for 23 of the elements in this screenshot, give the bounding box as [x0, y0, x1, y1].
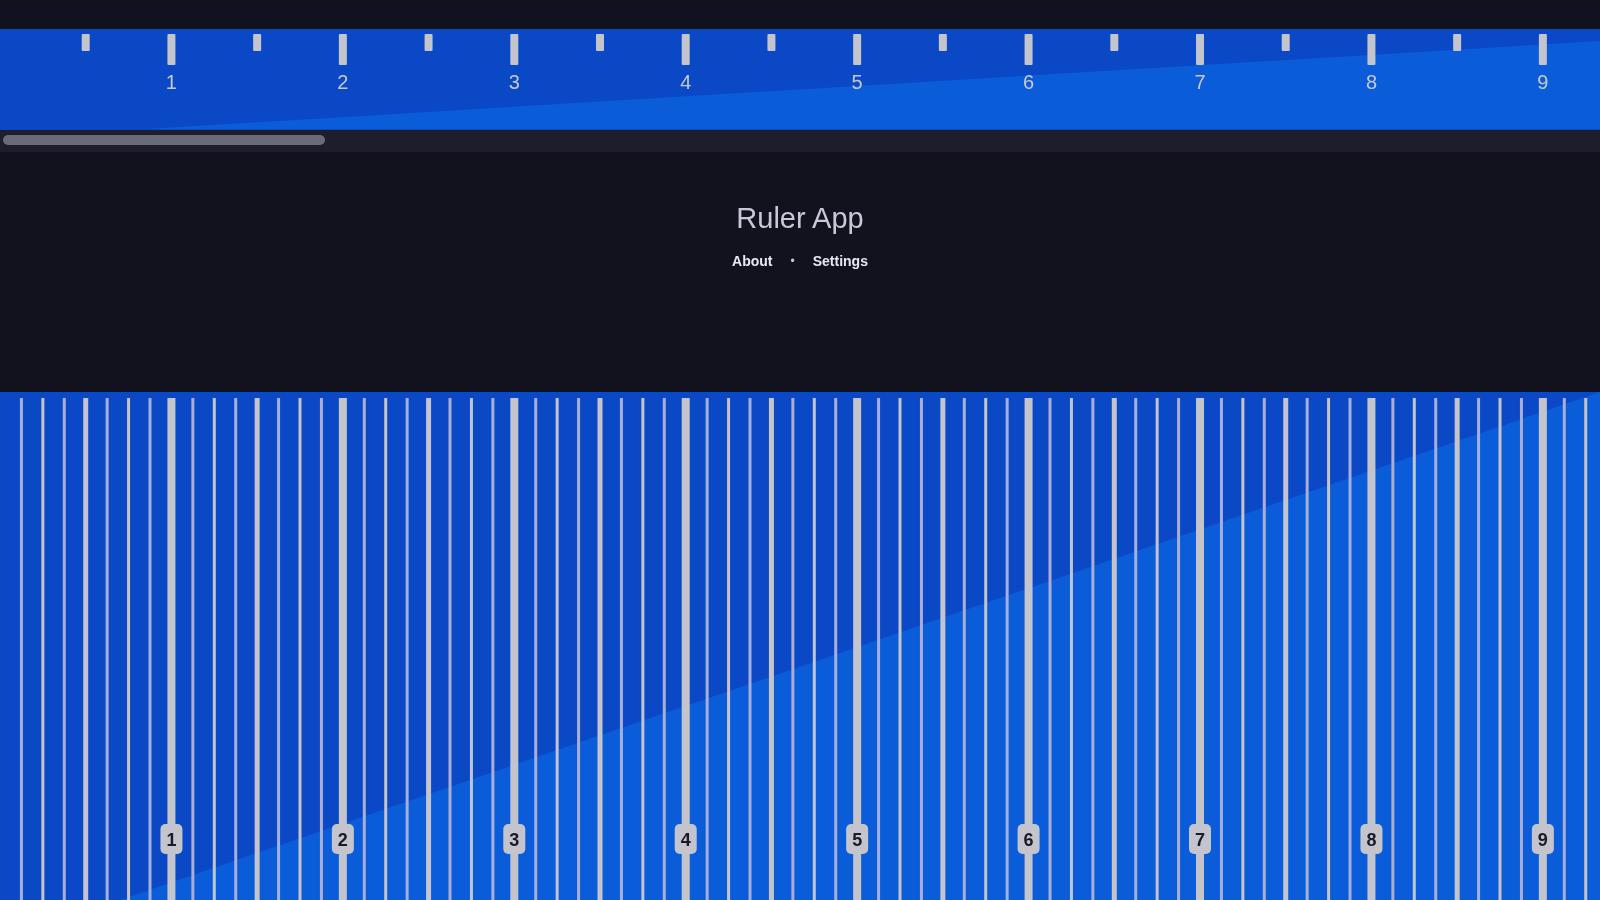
ruler-number: 4: [680, 71, 692, 93]
ruler-number: 9: [1531, 824, 1554, 854]
ruler-number: 8: [1360, 824, 1383, 854]
ruler-number: 8: [1365, 71, 1377, 93]
separator-dot: •: [790, 254, 795, 268]
ruler-number: 2: [337, 71, 349, 93]
ruler-number: 9: [1537, 71, 1549, 93]
app-title: Ruler App: [736, 202, 864, 235]
ruler-number: 3: [508, 71, 520, 93]
ruler-number: 3: [503, 824, 526, 854]
about-link[interactable]: About: [732, 253, 773, 269]
ruler-number: 1: [160, 824, 183, 854]
ruler-number: 7: [1189, 824, 1211, 854]
scrollbar-thumb[interactable]: [3, 135, 325, 145]
ruler-number: 6: [1017, 824, 1040, 854]
settings-link[interactable]: Settings: [812, 253, 868, 269]
ruler-number: 4: [674, 824, 697, 854]
ruler-number: 5: [851, 71, 863, 93]
ruler-number: 1: [165, 71, 177, 93]
ruler-number: 2: [331, 824, 354, 854]
ruler-number: 5: [846, 824, 869, 854]
ruler-number: 7: [1194, 71, 1206, 93]
ruler-number: 6: [1023, 71, 1035, 93]
